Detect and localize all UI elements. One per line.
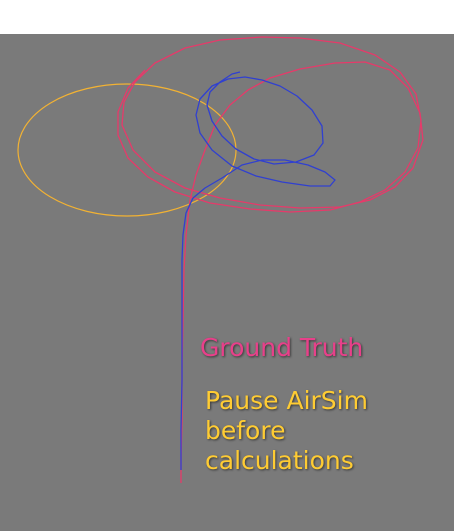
ellipse-shape-0 (17, 83, 237, 217)
legend-pause-airsim: Pause AirSim before calculations (205, 386, 368, 475)
legend-ground-truth: Ground Truth (200, 333, 364, 362)
top-whitespace (0, 0, 454, 34)
plot-area: Ground Truth Pause AirSim before calcula… (0, 34, 454, 531)
